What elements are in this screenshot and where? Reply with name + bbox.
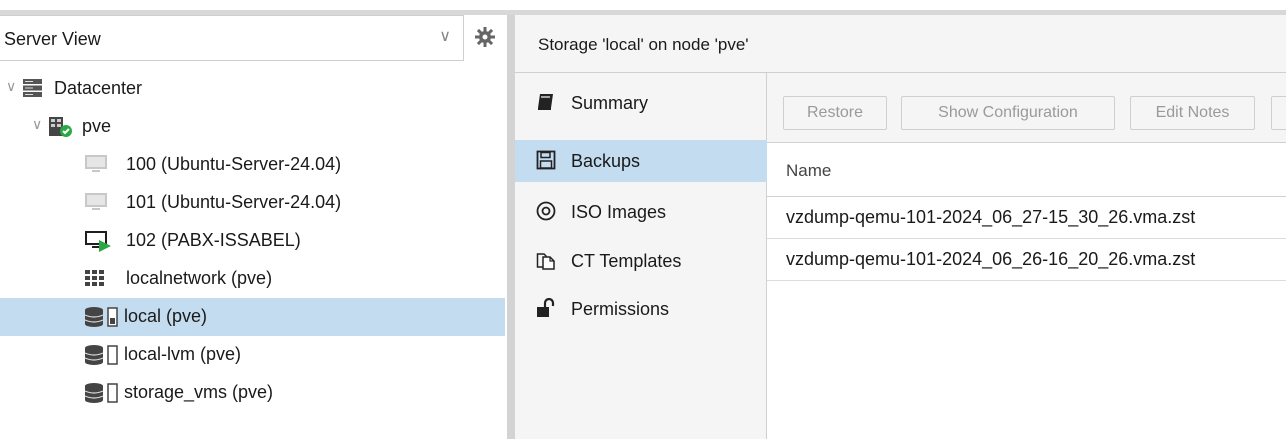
view-selector[interactable]: Server View ∨ — [0, 15, 464, 61]
more-toolbar-button[interactable] — [1271, 96, 1286, 130]
tree-item-local-lvm[interactable]: local-lvm (pve) — [0, 336, 505, 374]
tree-item-vm-101[interactable]: 101 (Ubuntu-Server-24.04) — [0, 184, 505, 222]
table-row[interactable]: vzdump-qemu-101-2024_06_27-15_30_26.vma.… — [767, 197, 1286, 239]
tree-item-localnetwork[interactable]: localnetwork (pve) — [0, 260, 505, 298]
gear-icon — [475, 27, 495, 47]
nav-item-label: ISO Images — [571, 202, 667, 222]
nav-item-backups[interactable]: Backups — [515, 140, 767, 182]
collapse-toggle-icon[interactable]: ∨ — [6, 78, 16, 95]
tree-item-vm-100[interactable]: 100 (Ubuntu-Server-24.04) — [0, 146, 505, 184]
nav-item-permissions[interactable]: Permissions — [515, 288, 767, 330]
tree-item-local[interactable]: local (pve) — [0, 298, 505, 336]
tree-node-pve[interactable]: ∨ pve — [0, 108, 505, 146]
nav-item-label: Summary — [571, 93, 649, 113]
floppy-icon — [536, 150, 556, 170]
edit-notes-button[interactable]: Edit Notes — [1130, 96, 1255, 130]
tree-node-label: Datacenter — [54, 78, 143, 98]
nav-item-summary[interactable]: Summary — [515, 82, 767, 124]
tree-node-datacenter[interactable]: ∨ Datacenter — [0, 70, 505, 108]
tree-item-label: storage_vms (pve) — [124, 382, 274, 402]
gear-button[interactable] — [470, 22, 500, 52]
view-selector-label: Server View — [4, 29, 101, 49]
nav-item-label: Permissions — [571, 299, 670, 319]
datacenter-icon — [23, 79, 42, 97]
panel-splitter[interactable] — [507, 15, 515, 439]
backups-toolbar: Restore Show Configuration Edit Notes — [767, 73, 1286, 143]
disc-icon — [536, 201, 556, 221]
template-icon — [536, 253, 555, 270]
show-configuration-button[interactable]: Show Configuration — [901, 96, 1115, 130]
column-header-label: Name — [786, 161, 832, 180]
vm-stopped-icon — [85, 155, 107, 172]
vm-stopped-icon — [85, 193, 107, 210]
storage-icon — [84, 307, 118, 327]
server-node-icon — [49, 117, 72, 137]
network-icon — [85, 270, 104, 286]
tree-item-storage-vms[interactable]: storage_vms (pve) — [0, 374, 505, 412]
page-title: Storage 'local' on node 'pve' — [538, 35, 749, 54]
tree-item-label: local (pve) — [124, 306, 208, 326]
collapse-toggle-icon[interactable]: ∨ — [32, 116, 42, 133]
tree-item-label: local-lvm (pve) — [124, 344, 242, 364]
backups-grid: Name vzdump-qemu-101-2024_06_27-15_30_26… — [767, 143, 1286, 439]
table-row[interactable]: vzdump-qemu-101-2024_06_26-16_20_26.vma.… — [767, 239, 1286, 281]
book-icon — [538, 94, 553, 110]
top-strip — [0, 0, 1286, 10]
content-header: Storage 'local' on node 'pve' — [515, 15, 1286, 73]
restore-button[interactable]: Restore — [783, 96, 887, 130]
tree-item-label: 100 (Ubuntu-Server-24.04) — [126, 154, 342, 174]
vm-running-icon — [85, 231, 111, 252]
nav-item-iso-images[interactable]: ISO Images — [515, 191, 767, 233]
storage-subnav: Summary Backups ISO Images CT Templates … — [515, 73, 767, 439]
nav-item-ct-templates[interactable]: CT Templates — [515, 240, 767, 282]
unlock-icon — [537, 298, 555, 317]
tree-item-label: 101 (Ubuntu-Server-24.04) — [126, 192, 342, 212]
nav-item-label: Backups — [571, 151, 641, 171]
nav-item-label: CT Templates — [571, 251, 682, 271]
storage-icon — [84, 383, 118, 403]
tree-node-label: pve — [82, 116, 112, 136]
column-header-name[interactable]: Name — [767, 143, 1286, 197]
backup-name-cell: vzdump-qemu-101-2024_06_26-16_20_26.vma.… — [786, 249, 1196, 269]
tree-item-vm-102[interactable]: 102 (PABX-ISSABEL) — [0, 222, 505, 260]
tree-item-label: localnetwork (pve) — [126, 268, 273, 288]
storage-icon — [84, 345, 118, 365]
chevron-down-icon: ∨ — [439, 28, 451, 45]
tree-item-label: 102 (PABX-ISSABEL) — [126, 230, 301, 250]
backup-name-cell: vzdump-qemu-101-2024_06_27-15_30_26.vma.… — [786, 207, 1196, 227]
